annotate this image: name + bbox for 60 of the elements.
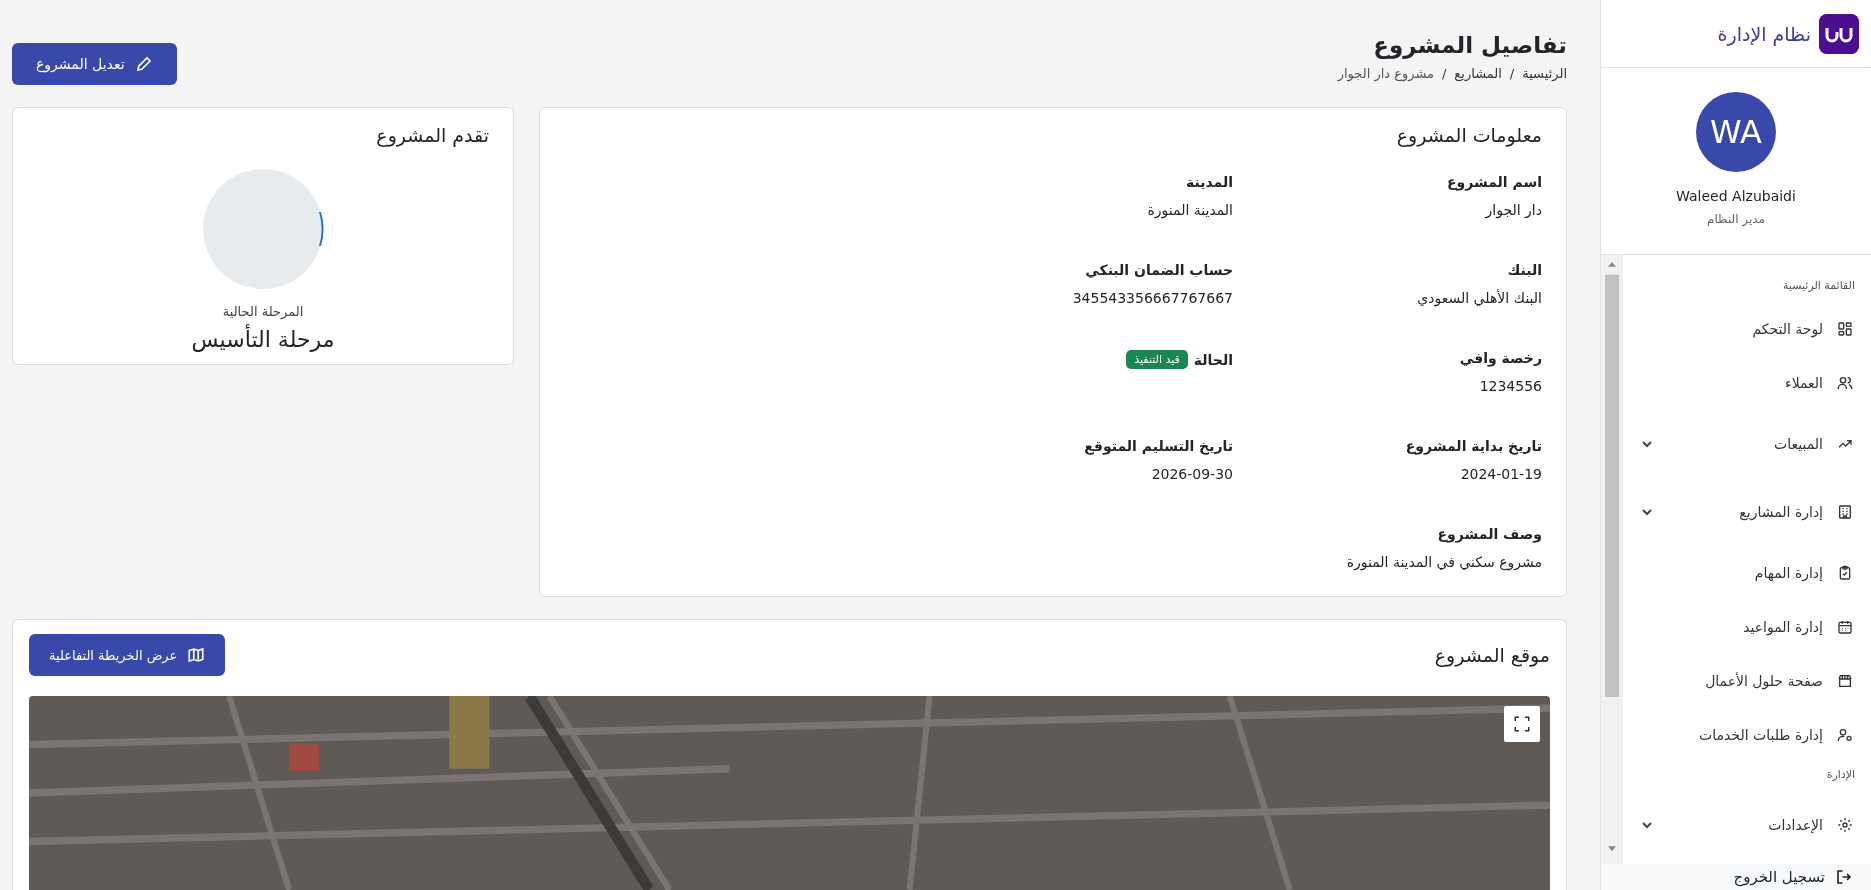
brand-name: نظام الإدارة: [1717, 22, 1811, 45]
store-icon: [1837, 673, 1853, 689]
field-label: الحالة: [1193, 351, 1233, 368]
card-title: موقع المشروع: [1434, 644, 1550, 666]
sidebar-item[interactable]: إدارة المهام: [1623, 546, 1871, 600]
user-avatar: WA: [1696, 92, 1776, 172]
field-label: المدينة: [1185, 174, 1233, 190]
map-button[interactable]: عرض الخريطة التفاعلية: [29, 634, 226, 676]
user-name: Waleed Alzubaidi: [1676, 188, 1796, 204]
field-label: رخصة وافي: [1458, 350, 1542, 366]
breadcrumb-link[interactable]: المشاريع: [1454, 66, 1502, 81]
building-icon: [1837, 504, 1853, 520]
pencil-icon: [134, 55, 153, 73]
user-role: مدير النظام: [1707, 212, 1766, 226]
user-gear-icon: [1837, 727, 1853, 743]
card-title: تقدم المشروع: [375, 124, 489, 146]
dashboard-icon: [1837, 321, 1853, 337]
sidebar-item[interactable]: صفحة حلول الأعمال: [1623, 654, 1871, 708]
stage-caption: المرحلة الحالية: [222, 304, 304, 319]
field-value: 2024-01-19: [1459, 466, 1542, 482]
sidebar-item[interactable]: العملاء: [1623, 356, 1871, 410]
logout-link[interactable]: تسجيل الخروج: [1601, 864, 1871, 890]
field-value: البنك الأهلي السعودي: [1416, 290, 1542, 306]
breadcrumb-separator: /: [1441, 66, 1447, 81]
field-value: 2026-09-30: [1150, 466, 1233, 482]
field-value: دار الجوار: [1484, 202, 1542, 218]
fullscreen-button[interactable]: [1504, 706, 1540, 742]
section-heading: الإدارة: [1825, 767, 1856, 783]
sidebar-item[interactable]: المبيعات: [1623, 410, 1871, 478]
field-label: اسم المشروع: [1445, 174, 1542, 190]
sidebar-item[interactable]: إدارة طلبات الخدمات: [1623, 708, 1871, 762]
breadcrumb-link[interactable]: الرئيسية: [1522, 66, 1567, 81]
status-badge: قيد التنفيذ: [1126, 350, 1188, 369]
sidebar-item[interactable]: إدارة المشاريع: [1623, 478, 1871, 546]
sidebar-item[interactable]: الإعدادات: [1623, 791, 1871, 859]
field-label: وصف المشروع: [1436, 526, 1542, 542]
users-icon: [1837, 375, 1853, 391]
sidebar-item[interactable]: لوحة التحكم: [1623, 302, 1871, 356]
field-value: 345543356667767667: [1071, 290, 1233, 306]
calendar-icon: [1837, 619, 1853, 635]
field-value: مشروع سكني في المدينة المنورة: [1345, 554, 1542, 570]
fullscreen-icon: [1513, 715, 1531, 733]
settings-icon: [1837, 817, 1853, 833]
map-icon: [187, 646, 206, 664]
card-title: معلومات المشروع: [1395, 124, 1542, 146]
logo-icon: [1819, 13, 1859, 54]
clipboard-icon: [1837, 565, 1853, 581]
field-value: المدينة المنورة: [1146, 202, 1233, 218]
field-label: حساب الضمان البنكي: [1084, 262, 1233, 278]
edit-project-button[interactable]: تعديل المشروع: [12, 43, 177, 85]
page-title: تفاصيل المشروع: [1372, 32, 1567, 58]
sidebar-item[interactable]: إدارة المواعيد: [1623, 600, 1871, 654]
logout-icon: [1835, 868, 1853, 886]
field-label: البنك: [1506, 262, 1542, 278]
field-label: تاريخ التسليم المتوقع: [1083, 438, 1233, 454]
breadcrumb-separator: /: [1509, 66, 1515, 81]
breadcrumb-current: مشروع دار الجوار: [1337, 66, 1434, 81]
section-heading: القائمة الرئيسية: [1781, 278, 1856, 294]
field-label: تاريخ بداية المشروع: [1404, 438, 1542, 454]
field-value: 1234556: [1478, 378, 1542, 394]
